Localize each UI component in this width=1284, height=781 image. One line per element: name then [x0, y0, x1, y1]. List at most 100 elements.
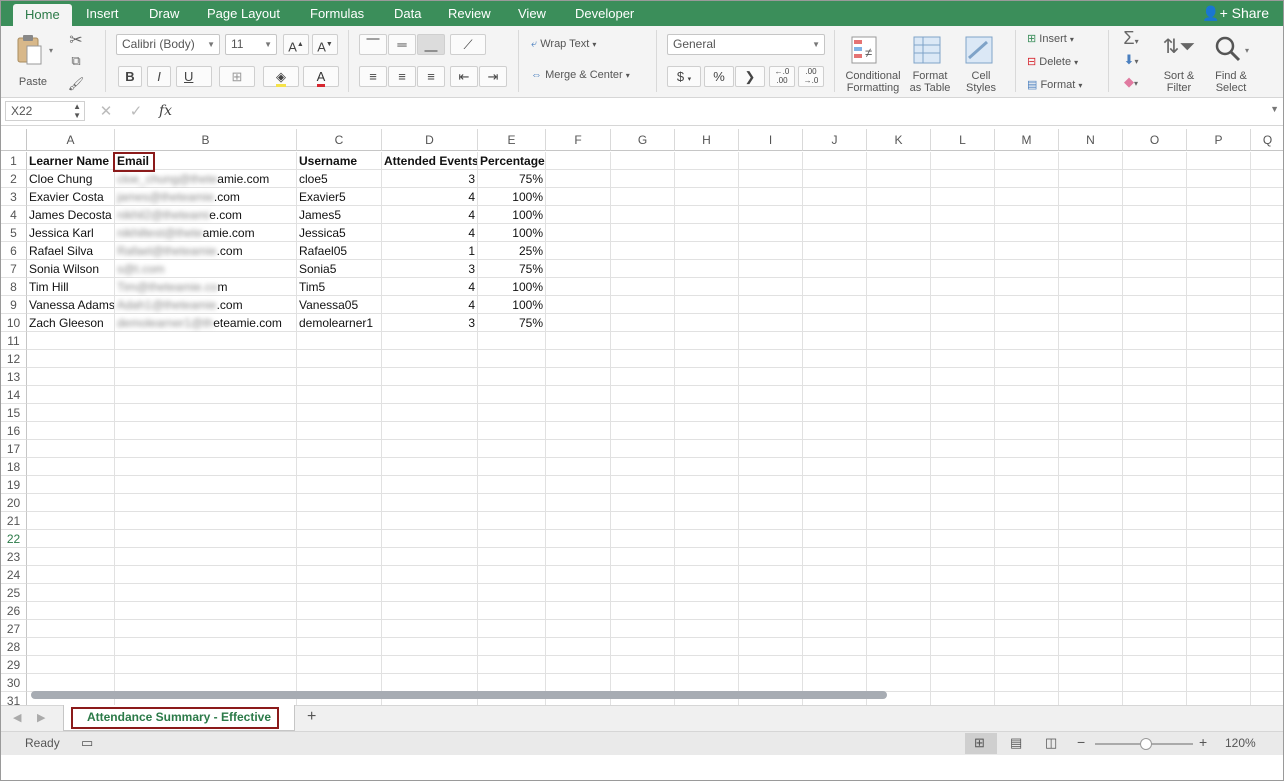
- increase-decimal-button[interactable]: ←.0.00: [769, 66, 795, 87]
- cell-username[interactable]: Sonia5: [297, 260, 381, 278]
- row-header-8[interactable]: 8: [1, 278, 27, 296]
- expand-formula-icon[interactable]: ▼: [1270, 104, 1279, 114]
- cell-attended-events[interactable]: 4: [382, 296, 477, 314]
- cell-percentage[interactable]: 100%: [478, 188, 545, 206]
- column-header-p[interactable]: P: [1187, 129, 1251, 151]
- increase-indent-button[interactable]: ⇥: [479, 66, 507, 87]
- find-select-button[interactable]: ▾ Find & Select: [1207, 32, 1255, 94]
- cell-learner-name[interactable]: Rafael Silva: [27, 242, 114, 260]
- row-header-24[interactable]: 24: [1, 566, 27, 584]
- cell-percentage[interactable]: 100%: [478, 224, 545, 242]
- format-painter-icon[interactable]: 🖌: [67, 76, 85, 92]
- conditional-formatting-button[interactable]: ≠ Conditional Formatting: [841, 32, 905, 94]
- row-header-19[interactable]: 19: [1, 476, 27, 494]
- column-header-o[interactable]: O: [1123, 129, 1187, 151]
- sort-filter-button[interactable]: ⇅⏷ Sort & Filter: [1155, 32, 1203, 94]
- header-cell-attended-events[interactable]: Attended Events: [382, 152, 477, 170]
- percent-button[interactable]: %: [704, 66, 734, 87]
- delete-cells-button[interactable]: ⊟ Delete ▾: [1027, 55, 1078, 71]
- decrease-font-button[interactable]: A▼: [312, 34, 338, 55]
- page-layout-view-icon[interactable]: ▤: [1010, 735, 1022, 751]
- cell-email[interactable]: nikhiltest@theteamie.com: [115, 224, 296, 242]
- decrease-indent-button[interactable]: ⇤: [450, 66, 478, 87]
- formula-input[interactable]: [185, 101, 1265, 121]
- cell-username[interactable]: Jessica5: [297, 224, 381, 242]
- column-header-m[interactable]: M: [995, 129, 1059, 151]
- autosum-icon[interactable]: Σ▾: [1117, 28, 1145, 49]
- cell-email[interactable]: Adah1@theteamie.com: [115, 296, 296, 314]
- tab-home[interactable]: Home: [13, 4, 72, 26]
- row-header-2[interactable]: 2: [1, 170, 27, 188]
- next-sheet-icon[interactable]: ▶: [37, 711, 45, 724]
- row-header-11[interactable]: 11: [1, 332, 27, 350]
- horizontal-scrollbar[interactable]: [31, 691, 887, 699]
- borders-button[interactable]: ⊞: [219, 66, 255, 87]
- comma-button[interactable]: ❯: [735, 66, 765, 87]
- header-cell-username[interactable]: Username: [297, 152, 381, 170]
- align-center-button[interactable]: ≡: [388, 66, 416, 87]
- row-header-9[interactable]: 9: [1, 296, 27, 314]
- column-header-n[interactable]: N: [1059, 129, 1123, 151]
- row-header-17[interactable]: 17: [1, 440, 27, 458]
- align-left-button[interactable]: ≡: [359, 66, 387, 87]
- column-header-j[interactable]: J: [803, 129, 867, 151]
- cell-username[interactable]: Vanessa05: [297, 296, 381, 314]
- row-header-30[interactable]: 30: [1, 674, 27, 692]
- row-header-3[interactable]: 3: [1, 188, 27, 206]
- cell-percentage[interactable]: 75%: [478, 314, 545, 332]
- cell-username[interactable]: demolearner1: [297, 314, 381, 332]
- tab-developer[interactable]: Developer: [575, 1, 634, 26]
- cell-percentage[interactable]: 100%: [478, 278, 545, 296]
- column-header-f[interactable]: F: [546, 129, 611, 151]
- row-header-6[interactable]: 6: [1, 242, 27, 260]
- format-cells-button[interactable]: ▤ Format ▾: [1027, 78, 1082, 94]
- tab-review[interactable]: Review: [448, 1, 491, 26]
- row-header-23[interactable]: 23: [1, 548, 27, 566]
- cut-icon[interactable]: ✂: [67, 30, 85, 50]
- font-color-button[interactable]: A: [303, 66, 339, 87]
- cell-username[interactable]: Tim5: [297, 278, 381, 296]
- row-header-5[interactable]: 5: [1, 224, 27, 242]
- cell-email[interactable]: james@theteamie.com: [115, 188, 296, 206]
- cell-percentage[interactable]: 100%: [478, 296, 545, 314]
- align-middle-button[interactable]: ═: [388, 34, 416, 55]
- cell-learner-name[interactable]: James Decosta: [27, 206, 114, 224]
- column-header-q[interactable]: Q: [1251, 129, 1283, 151]
- align-top-button[interactable]: ⎺: [359, 34, 387, 55]
- cell-username[interactable]: James5: [297, 206, 381, 224]
- decrease-decimal-button[interactable]: .00 →.0: [798, 66, 824, 87]
- row-header-15[interactable]: 15: [1, 404, 27, 422]
- header-cell-learner-name[interactable]: Learner Name: [27, 152, 114, 170]
- zoom-out-button[interactable]: −: [1077, 734, 1085, 750]
- cell-percentage[interactable]: 75%: [478, 260, 545, 278]
- cell-attended-events[interactable]: 4: [382, 188, 477, 206]
- cell-percentage[interactable]: 25%: [478, 242, 545, 260]
- cell-percentage[interactable]: 100%: [478, 206, 545, 224]
- format-as-table-button[interactable]: Format as Table: [905, 32, 955, 94]
- cell-learner-name[interactable]: Vanessa Adams: [27, 296, 114, 314]
- row-header-4[interactable]: 4: [1, 206, 27, 224]
- column-header-h[interactable]: H: [675, 129, 739, 151]
- header-cell-percentage[interactable]: Percentage: [478, 152, 545, 170]
- cell-styles-button[interactable]: Cell Styles: [957, 32, 1005, 94]
- tab-insert[interactable]: Insert: [86, 1, 119, 26]
- align-bottom-button[interactable]: ⎽: [417, 34, 445, 55]
- row-header-26[interactable]: 26: [1, 602, 27, 620]
- column-header-i[interactable]: I: [739, 129, 803, 151]
- currency-button[interactable]: $ ▾: [667, 66, 701, 87]
- confirm-icon[interactable]: ✓: [127, 102, 145, 120]
- cell-learner-name[interactable]: Jessica Karl: [27, 224, 114, 242]
- cell-attended-events[interactable]: 4: [382, 224, 477, 242]
- normal-view-button[interactable]: ⊞: [965, 733, 997, 754]
- copy-icon[interactable]: ⧉: [67, 53, 85, 69]
- align-right-button[interactable]: ≡: [417, 66, 445, 87]
- bold-button[interactable]: B: [118, 66, 142, 87]
- cell-email[interactable]: s@t.com: [115, 260, 296, 278]
- column-header-e[interactable]: E: [478, 129, 546, 151]
- cell-learner-name[interactable]: Zach Gleeson: [27, 314, 114, 332]
- row-header-12[interactable]: 12: [1, 350, 27, 368]
- increase-font-button[interactable]: A▲: [283, 34, 309, 55]
- wrap-text-button[interactable]: ⤶ Wrap Text ▾: [531, 38, 596, 54]
- name-box[interactable]: X22 ▲ ▼: [5, 101, 85, 121]
- orientation-button[interactable]: ⟋: [450, 34, 486, 55]
